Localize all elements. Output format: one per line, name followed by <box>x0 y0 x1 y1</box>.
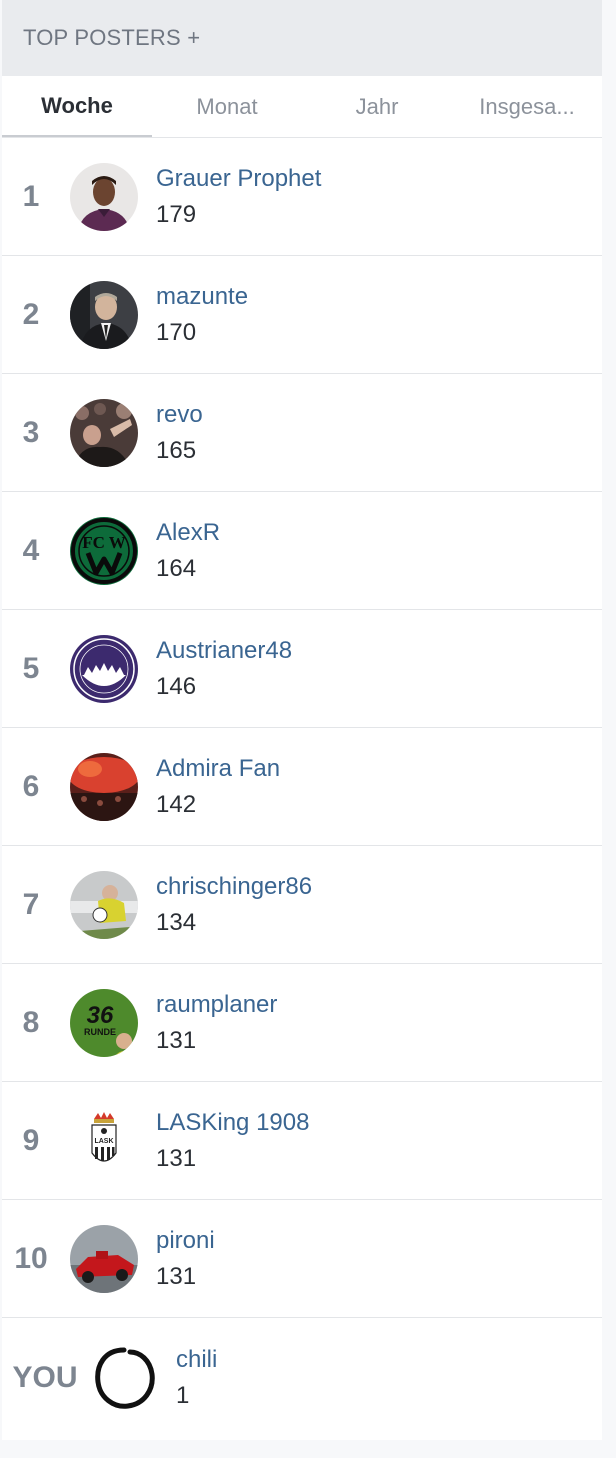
current-user-rank: YOU <box>12 1361 78 1394</box>
poster-name-link[interactable]: Admira Fan <box>156 751 280 787</box>
poster-row: 6 Admira Fan 142 <box>2 728 602 846</box>
poster-row: 9 LASK LASKing 1908 131 <box>2 1082 602 1200</box>
poster-name-link[interactable]: revo <box>156 397 203 433</box>
poster-name-link[interactable]: Austrianer48 <box>156 633 292 669</box>
post-count: 146 <box>156 672 197 700</box>
lask-letters: LASK <box>94 1138 113 1145</box>
badge-number: 36 <box>87 1002 114 1029</box>
avatar[interactable] <box>70 870 138 939</box>
poster-row: 2 mazunte 170 <box>2 256 602 374</box>
tab-week[interactable]: Woche <box>2 76 152 137</box>
top-posters-widget: TOP POSTERS + Woche Monat Jahr Insgesa..… <box>2 0 602 1440</box>
avatar[interactable] <box>70 398 138 467</box>
post-count: 179 <box>156 200 197 228</box>
rank-number: 4 <box>22 533 40 567</box>
rank-number: 10 <box>14 1241 48 1275</box>
avatar[interactable] <box>90 1344 158 1412</box>
poster-row: 5 Austrianer48 146 <box>2 610 602 728</box>
avatar[interactable] <box>70 1224 138 1293</box>
period-tabs: Woche Monat Jahr Insgesa... <box>2 76 602 138</box>
badge-label: RUNDE <box>84 1027 116 1037</box>
rank-number: 1 <box>22 179 40 213</box>
tab-year[interactable]: Jahr <box>302 76 452 137</box>
tab-month[interactable]: Monat <box>152 76 302 137</box>
poster-name-link[interactable]: pironi <box>156 1223 215 1259</box>
rank-number: 2 <box>22 297 40 331</box>
poster-name-link[interactable]: chrischinger86 <box>156 869 312 905</box>
post-count: 131 <box>156 1026 197 1054</box>
poster-row: 8 36 RUNDE raumplaner 131 <box>2 964 602 1082</box>
avatar[interactable]: 36 RUNDE <box>70 988 138 1057</box>
fcw-letters: FC W <box>82 533 126 552</box>
current-user-row: YOU chili 1 <box>2 1318 602 1438</box>
poster-name-link[interactable]: mazunte <box>156 279 248 315</box>
poster-row: 1 Grauer Prophet 179 <box>2 138 602 256</box>
post-count: 131 <box>156 1262 197 1290</box>
widget-title[interactable]: TOP POSTERS + <box>23 25 200 51</box>
poster-row: 10 pironi 131 <box>2 1200 602 1318</box>
poster-row: 3 revo 165 <box>2 374 602 492</box>
widget-header[interactable]: TOP POSTERS + <box>2 0 602 76</box>
post-count: 134 <box>156 908 197 936</box>
poster-name-link[interactable]: AlexR <box>156 515 220 551</box>
poster-name-link[interactable]: chili <box>176 1342 217 1378</box>
rank-number: 5 <box>22 651 40 685</box>
avatar[interactable]: LASK <box>70 1106 138 1175</box>
post-count: 164 <box>156 554 197 582</box>
avatar[interactable]: FC W <box>70 516 138 585</box>
rank-number: 8 <box>22 1005 40 1039</box>
avatar[interactable] <box>70 280 138 349</box>
poster-name-link[interactable]: raumplaner <box>156 987 277 1023</box>
avatar[interactable] <box>70 634 138 703</box>
tab-all-time[interactable]: Insgesa... <box>452 76 602 137</box>
rank-number: 6 <box>22 769 40 803</box>
rank-number: 7 <box>22 887 40 921</box>
rank-number: 9 <box>22 1123 40 1157</box>
poster-name-link[interactable]: Grauer Prophet <box>156 161 321 197</box>
post-count: 131 <box>156 1144 197 1172</box>
post-count: 1 <box>176 1382 190 1409</box>
poster-row: 7 chrischinger86 134 <box>2 846 602 964</box>
rank-number: 3 <box>22 415 40 449</box>
avatar[interactable] <box>70 752 138 821</box>
poster-name-link[interactable]: LASKing 1908 <box>156 1105 309 1141</box>
post-count: 142 <box>156 790 197 818</box>
avatar[interactable] <box>70 162 138 231</box>
post-count: 165 <box>156 436 197 464</box>
poster-row: 4 FC W AlexR 164 <box>2 492 602 610</box>
post-count: 170 <box>156 318 197 346</box>
